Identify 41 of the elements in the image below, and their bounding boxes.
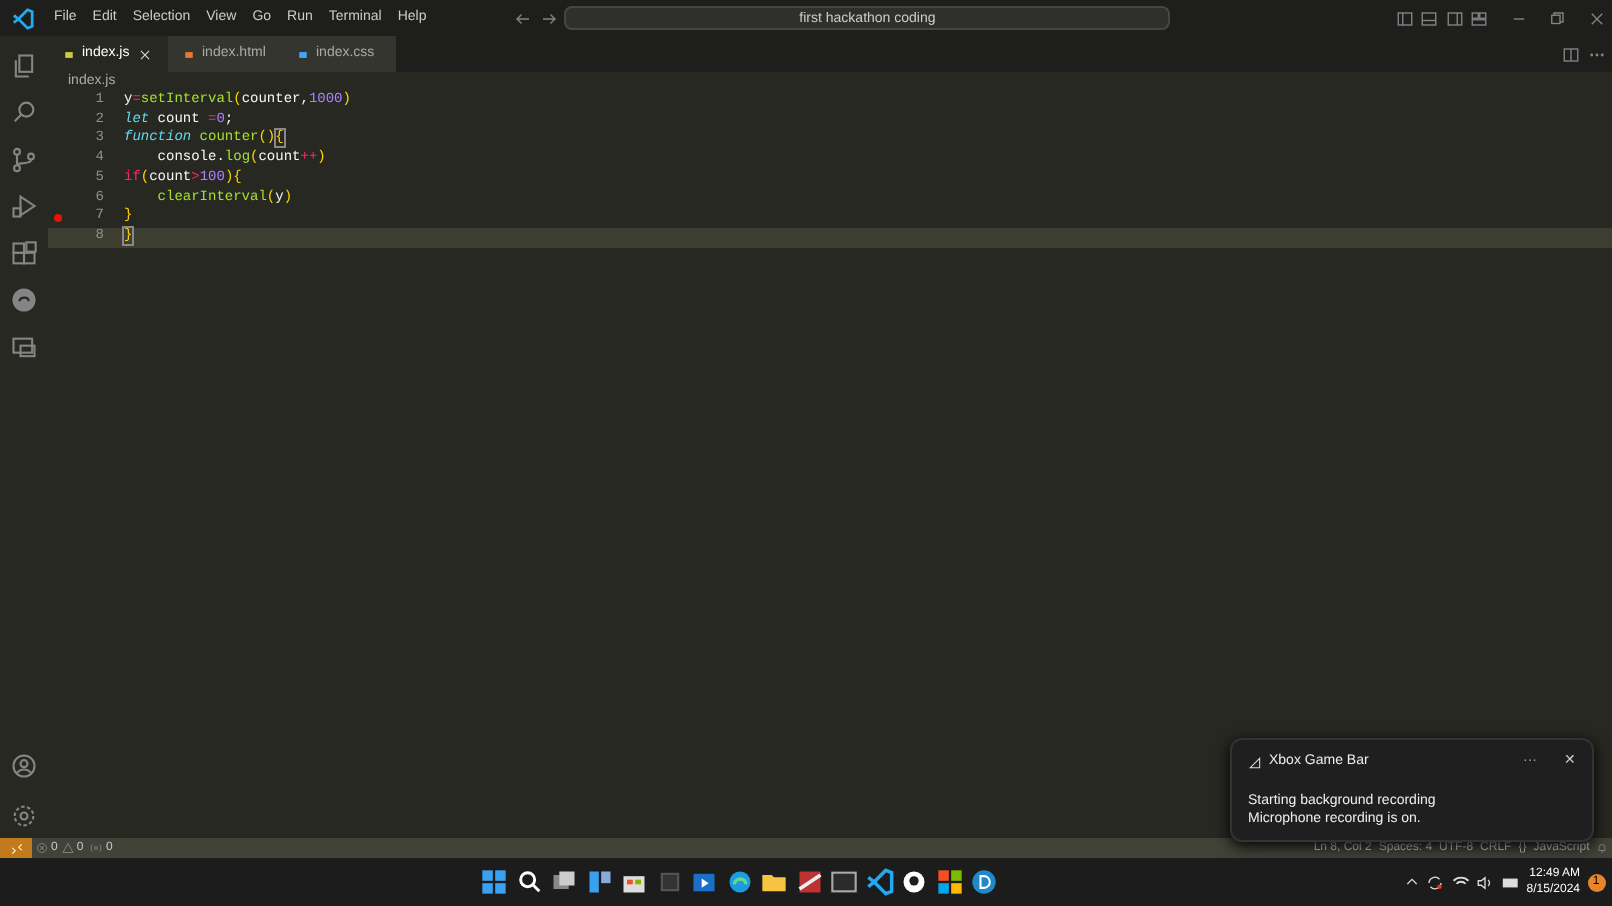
widgets-icon[interactable] [585, 868, 613, 896]
start-icon[interactable] [480, 868, 508, 896]
file-type-icon [64, 49, 74, 59]
layout-icon[interactable] [1420, 9, 1438, 27]
vscode-icon[interactable] [865, 868, 893, 896]
search-icon[interactable] [515, 868, 543, 896]
settings-icon[interactable] [10, 802, 38, 830]
layout-icon[interactable] [1445, 9, 1463, 27]
back-arrow-icon[interactable] [514, 9, 533, 27]
split-editor-icon[interactable] [1562, 45, 1580, 63]
battery-icon[interactable] [1501, 873, 1520, 891]
bell-icon[interactable] [1596, 842, 1609, 854]
breakpoint-dot[interactable] [54, 214, 62, 223]
source-control-icon[interactable] [10, 145, 38, 174]
edge-icon[interactable] [725, 868, 753, 896]
sync-icon[interactable] [1426, 873, 1445, 891]
vscode-logo-icon [12, 7, 34, 29]
remote-explorer-icon[interactable] [10, 333, 38, 362]
layout-icon[interactable] [1470, 9, 1488, 27]
antenna-icon [90, 842, 103, 854]
volume-icon[interactable] [1476, 873, 1495, 891]
layout-icon[interactable] [1395, 9, 1413, 27]
forward-arrow-icon[interactable] [539, 9, 558, 27]
image-app-icon[interactable] [795, 868, 823, 896]
warning-icon [61, 842, 74, 854]
restore-icon[interactable] [1548, 9, 1566, 27]
extensions-icon[interactable] [10, 239, 38, 268]
media-icon[interactable] [690, 868, 718, 896]
d-app-icon[interactable] [970, 868, 998, 896]
file-type-icon [184, 49, 194, 59]
run-debug-icon[interactable] [10, 192, 38, 221]
tiles-icon[interactable] [935, 868, 963, 896]
github-icon[interactable] [900, 868, 928, 896]
account-icon[interactable] [10, 751, 38, 779]
remote-icon [9, 841, 23, 855]
close-icon[interactable] [1587, 9, 1605, 27]
chevron-up-icon[interactable] [1403, 874, 1420, 890]
files-icon[interactable] [10, 51, 38, 80]
file-type-icon [298, 49, 308, 59]
app-square-icon[interactable] [830, 868, 858, 896]
error-icon [35, 842, 48, 854]
